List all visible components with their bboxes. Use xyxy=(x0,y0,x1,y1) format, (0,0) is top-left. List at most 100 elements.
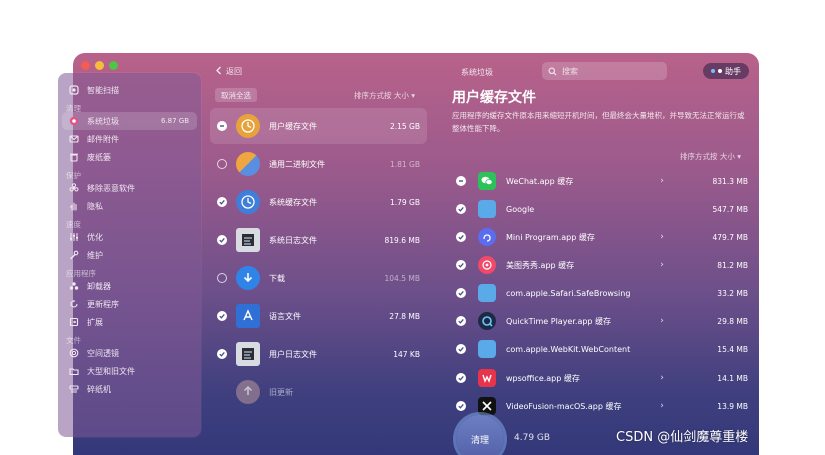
cache-row-google[interactable]: Google 547.7 MB xyxy=(452,195,748,223)
category-row-system-logs[interactable]: 系统日志文件 819.6 MB xyxy=(210,222,427,258)
sidebar-item-trash[interactable]: 废纸篓 xyxy=(58,148,201,166)
mail-icon xyxy=(68,133,80,145)
detail-sort-dropdown[interactable]: 排序方式按 大小 ▾ xyxy=(680,151,741,162)
checked-checkbox[interactable] xyxy=(217,197,227,207)
scan-icon xyxy=(68,84,80,96)
sort-dropdown[interactable]: 排序方式按 大小 ▾ xyxy=(354,90,415,101)
close-window-button[interactable] xyxy=(81,61,90,70)
cache-item-name: 美图秀秀.app 缓存 xyxy=(506,260,575,270)
cache-item-name: WeChat.app 缓存 xyxy=(506,176,574,186)
cache-row-webkit-webcontent[interactable]: com.apple.WebKit.WebContent 15.4 MB xyxy=(452,335,748,363)
category-name: 系统缓存文件 xyxy=(269,197,317,207)
cache-item-name: com.apple.Safari.SafeBrowsing xyxy=(506,288,631,298)
sidebar-item-privacy[interactable]: 隐私 xyxy=(58,197,201,215)
detail-title: 用户缓存文件 xyxy=(452,90,536,106)
sidebar-item-label: 扩展 xyxy=(87,317,103,327)
assistant-button[interactable]: 助手 xyxy=(703,63,749,79)
clean-button[interactable]: 清理 xyxy=(456,415,504,455)
chevron-right-icon[interactable]: › xyxy=(658,260,666,270)
sidebar-item-updater[interactable]: 更新程序 xyxy=(58,295,201,313)
sidebar-item-uninstaller[interactable]: 卸载器 xyxy=(58,277,201,295)
cache-row-wpsoffice[interactable]: wpsoffice.app 缓存 › 14.1 MB xyxy=(452,364,748,392)
checked-checkbox[interactable] xyxy=(456,316,466,326)
wps-icon xyxy=(478,369,496,387)
sidebar-item-malware-removal[interactable]: 移除恶意软件 xyxy=(58,179,201,197)
category-name: 旧更新 xyxy=(269,387,293,397)
category-row-language-files[interactable]: 语言文件 27.8 MB xyxy=(210,298,427,334)
cache-item-size: 13.9 MB xyxy=(717,401,748,411)
chevron-right-icon[interactable]: › xyxy=(658,373,666,383)
category-row-user-logs[interactable]: 用户日志文件 147 KB xyxy=(210,336,427,372)
cache-row-safari-safebrowsing[interactable]: com.apple.Safari.SafeBrowsing 33.2 MB xyxy=(452,279,748,307)
cache-row-mini-program[interactable]: Mini Program.app 缓存 › 479.7 MB xyxy=(452,223,748,251)
sidebar-item-optimization[interactable]: 优化 xyxy=(58,228,201,246)
back-button[interactable]: 返回 xyxy=(215,66,242,77)
checked-checkbox[interactable] xyxy=(217,235,227,245)
sidebar-item-label: 移除恶意软件 xyxy=(87,183,135,193)
cache-row-wechat[interactable]: WeChat.app 缓存 › 831.3 MB xyxy=(452,167,748,195)
search-placeholder: 搜索 xyxy=(562,66,578,76)
checked-checkbox[interactable] xyxy=(456,401,466,411)
minimize-window-button[interactable] xyxy=(95,61,104,70)
category-name: 系统日志文件 xyxy=(269,235,317,245)
sidebar-item-system-junk[interactable]: 系统垃圾 6.87 GB xyxy=(62,112,197,130)
cache-row-videofusion[interactable]: VideoFusion-macOS.app 缓存 › 13.9 MB xyxy=(452,392,748,420)
deselect-all-button[interactable]: 取消全选 xyxy=(215,88,257,102)
sidebar-item-label: 邮件附件 xyxy=(87,134,119,144)
watermark: CSDN @仙剑魔尊重楼 xyxy=(616,430,749,445)
partial-checkbox[interactable] xyxy=(217,121,227,131)
sidebar-item-label: 优化 xyxy=(87,232,103,242)
category-size: 819.6 MB xyxy=(384,235,420,245)
category-row-universal-binaries[interactable]: 通用二进制文件 1.81 GB xyxy=(210,146,427,182)
sidebar-item-large-old-files[interactable]: 大型和旧文件 xyxy=(58,362,201,380)
sidebar-item-maintenance[interactable]: 维护 xyxy=(58,246,201,264)
sidebar-item-label: 卸载器 xyxy=(87,281,111,291)
assistant-dot-icon xyxy=(718,69,722,73)
cache-item-name: Google xyxy=(506,204,535,214)
cache-item-name: QuickTime Player.app 缓存 xyxy=(506,316,612,326)
checked-checkbox[interactable] xyxy=(456,288,466,298)
category-name: 下载 xyxy=(269,273,285,283)
category-row-user-cache[interactable]: 用户缓存文件 2.15 GB xyxy=(210,108,427,144)
sidebar-item-extensions[interactable]: 扩展 xyxy=(58,313,201,331)
trash-icon xyxy=(68,151,80,163)
checkbox[interactable] xyxy=(217,159,227,169)
cache-item-size: 831.3 MB xyxy=(712,176,748,186)
checked-checkbox[interactable] xyxy=(456,204,466,214)
category-name: 用户日志文件 xyxy=(269,349,317,359)
category-row-downloads[interactable]: 下载 104.5 MB xyxy=(210,260,427,296)
sidebar-item-label: 废纸篓 xyxy=(87,152,111,162)
category-row-system-cache[interactable]: 系统缓存文件 1.79 GB xyxy=(210,184,427,220)
sidebar-item-space-lens[interactable]: 空间透镜 xyxy=(58,344,201,362)
search-input[interactable]: 搜索 xyxy=(542,62,667,80)
sidebar-item-shredder[interactable]: 碎纸机 xyxy=(58,380,201,398)
checked-checkbox[interactable] xyxy=(217,349,227,359)
checked-checkbox[interactable] xyxy=(456,232,466,242)
zoom-window-button[interactable] xyxy=(109,61,118,70)
biohazard-icon xyxy=(68,182,80,194)
partial-checkbox[interactable] xyxy=(456,176,466,186)
checked-checkbox[interactable] xyxy=(217,311,227,321)
chevron-right-icon[interactable]: › xyxy=(658,316,666,326)
checked-checkbox[interactable] xyxy=(456,260,466,270)
wrench-icon xyxy=(68,249,80,261)
checkbox[interactable] xyxy=(217,273,227,283)
cache-row-quicktime[interactable]: QuickTime Player.app 缓存 › 29.8 MB xyxy=(452,307,748,335)
cache-row-meitu[interactable]: 美图秀秀.app 缓存 › 81.2 MB xyxy=(452,251,748,279)
checked-checkbox[interactable] xyxy=(456,373,466,383)
sidebar-item-size: 6.87 GB xyxy=(160,117,189,125)
chevron-right-icon[interactable]: › xyxy=(658,176,666,186)
chevron-right-icon[interactable]: › xyxy=(658,401,666,411)
category-size: 1.79 GB xyxy=(389,197,420,207)
category-size: 27.8 MB xyxy=(389,311,420,321)
log-file-icon xyxy=(236,342,260,366)
category-row-old-updates[interactable]: 旧更新 xyxy=(210,374,427,410)
chevron-right-icon[interactable]: › xyxy=(658,232,666,242)
window-title: 系统垃圾 xyxy=(461,68,493,77)
sidebar-item-smart-scan[interactable]: 智能扫描 xyxy=(58,81,201,99)
sidebar-item-mail-attachments[interactable]: 邮件附件 xyxy=(58,130,201,148)
folder-icon xyxy=(478,340,496,358)
checked-checkbox[interactable] xyxy=(456,344,466,354)
system-cache-icon xyxy=(236,190,260,214)
sidebar-section-speed: 速度 xyxy=(66,220,81,229)
